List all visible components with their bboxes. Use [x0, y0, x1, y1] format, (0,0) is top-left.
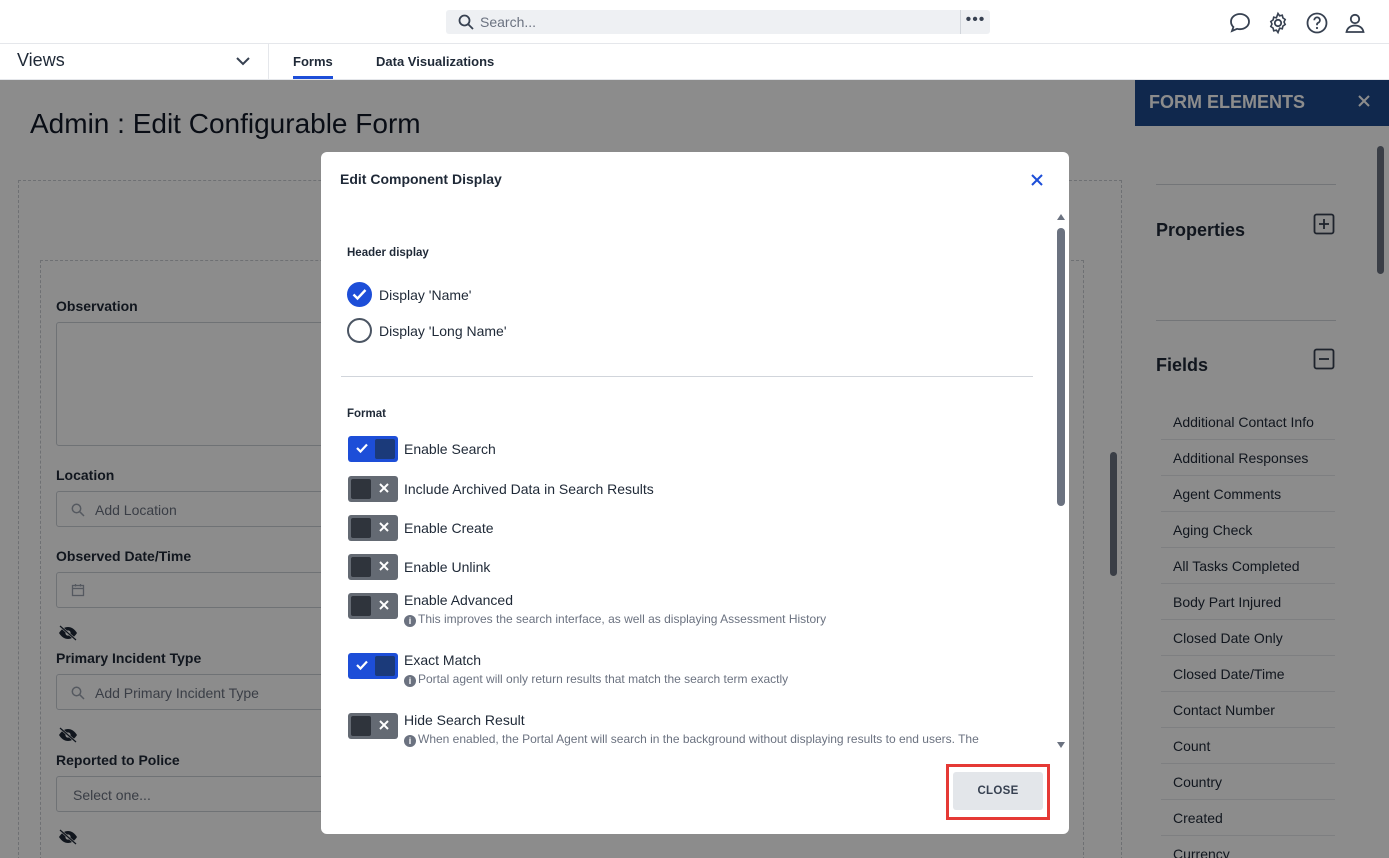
toggle-knob [375, 439, 395, 459]
dialog-scrollbar-thumb[interactable] [1057, 228, 1065, 506]
scroll-up-arrow[interactable] [1057, 214, 1065, 220]
enable-advanced-help: i This improves the search interface, as … [404, 612, 826, 627]
scroll-down-arrow[interactable] [1057, 742, 1065, 748]
enable-advanced-help-text: This improves the search interface, as w… [418, 612, 827, 626]
toggle-knob [351, 716, 371, 736]
format-label: Format [347, 408, 386, 420]
help-icon[interactable] [1305, 11, 1329, 35]
check-icon [356, 443, 368, 454]
search-input[interactable]: Search... [480, 14, 536, 30]
toggle-enable-search[interactable] [348, 436, 398, 462]
exact-match-help-text: Portal agent will only return results th… [418, 672, 789, 686]
toggle-exact-match[interactable] [348, 653, 398, 679]
info-icon: i [404, 615, 416, 627]
x-icon [379, 600, 389, 610]
user-icon[interactable] [1343, 11, 1367, 35]
views-selector[interactable]: Views [17, 50, 65, 71]
chat-icon[interactable] [1228, 11, 1252, 35]
enable-unlink-label: Enable Unlink [404, 559, 491, 575]
x-icon [379, 561, 389, 571]
radio-display-name[interactable] [347, 282, 372, 307]
edit-component-display-dialog: Edit Component Display Header display Di… [321, 152, 1069, 834]
top-bar: Search... ••• [0, 0, 1389, 44]
close-icon[interactable] [1028, 171, 1046, 189]
toggle-include-archived[interactable] [348, 476, 398, 502]
close-button[interactable]: CLOSE [953, 772, 1043, 810]
hide-search-result-help-text: When enabled, the Portal Agent will sear… [418, 732, 979, 746]
exact-match-label: Exact Match [404, 652, 482, 668]
tab-forms[interactable]: Forms [293, 54, 333, 79]
exact-match-help: i Portal agent will only return results t… [404, 672, 788, 687]
toggle-knob [351, 596, 371, 616]
enable-create-label: Enable Create [404, 520, 494, 536]
enable-advanced-label: Enable Advanced [404, 592, 513, 608]
toggle-knob [375, 656, 395, 676]
section-divider [341, 376, 1033, 377]
tab-data-visualizations[interactable]: Data Visualizations [376, 54, 494, 69]
toggle-knob [351, 518, 371, 538]
views-bar: Views Forms Data Visualizations [0, 44, 1389, 80]
views-divider [268, 44, 269, 80]
radio-display-long-name[interactable] [347, 318, 372, 343]
x-icon [379, 483, 389, 493]
toggle-knob [351, 557, 371, 577]
dialog-title: Edit Component Display [340, 171, 502, 187]
hide-search-result-help: i When enabled, the Portal Agent will sea… [404, 732, 979, 747]
search-icon [458, 14, 474, 30]
toggle-hide-search-result[interactable] [348, 713, 398, 739]
x-icon [379, 522, 389, 532]
enable-search-label: Enable Search [404, 441, 496, 457]
include-archived-label: Include Archived Data in Search Results [404, 481, 654, 497]
toggle-enable-advanced[interactable] [348, 593, 398, 619]
hide-search-result-label: Hide Search Result [404, 712, 525, 728]
check-icon [356, 660, 368, 671]
check-icon [352, 289, 367, 301]
dialog-scrollbar[interactable] [1054, 214, 1068, 748]
toggle-knob [351, 479, 371, 499]
header-display-label: Header display [347, 247, 429, 259]
x-icon [379, 720, 389, 730]
gear-icon[interactable] [1266, 11, 1290, 35]
display-name-label: Display 'Name' [379, 287, 472, 303]
display-long-name-label: Display 'Long Name' [379, 323, 507, 339]
info-icon: i [404, 735, 416, 747]
global-search[interactable]: Search... ••• [446, 10, 990, 34]
toggle-enable-unlink[interactable] [348, 554, 398, 580]
chevron-down-icon[interactable] [234, 52, 252, 70]
info-icon: i [404, 675, 416, 687]
toggle-enable-create[interactable] [348, 515, 398, 541]
search-more-button[interactable]: ••• [960, 10, 990, 34]
